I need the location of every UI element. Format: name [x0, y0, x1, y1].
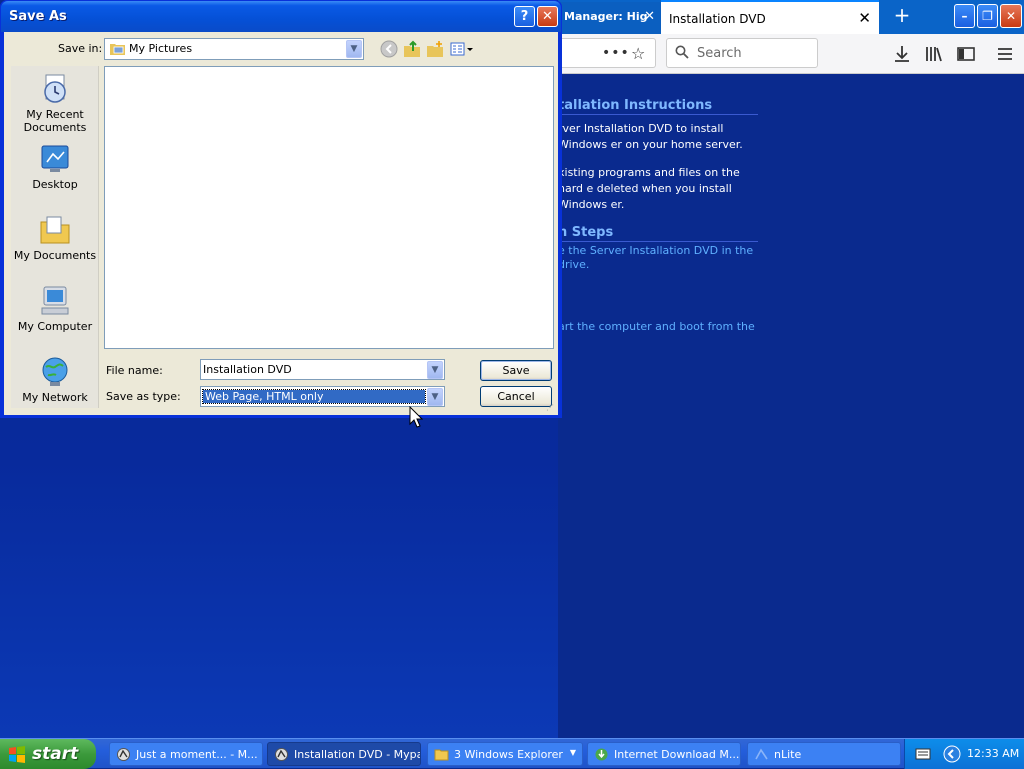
desktop-icon: [41, 145, 69, 172]
place-my-documents[interactable]: My Documents: [11, 213, 99, 262]
start-label: start: [32, 744, 79, 764]
close-window-button[interactable]: ✕: [1000, 4, 1022, 28]
step-link[interactable]: e the Server Installation DVD in the dri…: [558, 244, 758, 272]
taskbar-item-label: Internet Download M...: [614, 748, 740, 761]
search-icon: [675, 45, 689, 59]
place-label: My Recent Documents: [23, 108, 87, 134]
navigation-toolbar: ••• ☆ Search: [558, 34, 1024, 74]
internet-download-manager-icon: [595, 748, 608, 761]
taskbar-item-label: 3 Windows Explorer: [454, 748, 563, 761]
save-as-type-dropdown[interactable]: Web Page, HTML only ▼: [200, 386, 445, 407]
dialog-titlebar[interactable]: Save As ? ✕: [1, 1, 561, 32]
download-icon[interactable]: [892, 44, 912, 64]
paragraph: rver Installation DVD to install Windows…: [558, 122, 743, 151]
page-content: tallation Instructions rver Installation…: [558, 75, 1024, 740]
taskbar: start Just a moment... - M... Installati…: [0, 738, 1024, 769]
folder-icon: [434, 749, 449, 761]
my-documents-icon: [40, 216, 70, 244]
save-in-value: My Pictures: [129, 42, 193, 55]
place-label: Desktop: [32, 178, 78, 191]
place-my-computer[interactable]: My Computer: [11, 284, 99, 333]
views-menu-icon[interactable]: [450, 40, 474, 58]
step-link[interactable]: art the computer and boot from the .: [558, 320, 758, 348]
paragraph: xisting programs and files on the hard e…: [558, 166, 740, 211]
file-name-value: Installation DVD: [203, 363, 292, 376]
file-name-label: File name:: [106, 364, 163, 377]
sidebar-icon[interactable]: [956, 44, 976, 64]
help-button[interactable]: ?: [514, 6, 535, 27]
taskbar-item-nlite[interactable]: nLite: [747, 742, 901, 766]
search-placeholder: Search: [697, 46, 742, 61]
maximize-button[interactable]: ❐: [977, 4, 998, 28]
save-in-label: Save in:: [58, 42, 103, 55]
new-tab-button[interactable]: +: [890, 4, 914, 28]
page-actions-icon[interactable]: •••: [602, 45, 630, 61]
tab-label: Installation DVD: [669, 12, 766, 26]
bookmark-star-icon[interactable]: ☆: [631, 44, 645, 63]
mouse-cursor-icon: [409, 406, 423, 428]
nlite-icon: [755, 748, 768, 760]
my-network-icon: [42, 357, 68, 386]
up-folder-icon[interactable]: [403, 40, 421, 58]
taskbar-item-windows-explorer[interactable]: 3 Windows Explorer ▼: [427, 742, 583, 766]
minimize-button[interactable]: –: [954, 4, 975, 28]
tab-task-manager[interactable]: Manager: Hig ✕: [558, 2, 661, 34]
keyboard-icon[interactable]: [915, 747, 931, 761]
taskbar-item-label: Installation DVD - Mypal: [294, 748, 421, 761]
search-input[interactable]: Search: [666, 38, 818, 68]
windows-logo-icon: [9, 746, 25, 763]
recent-documents-icon: [44, 74, 66, 103]
mypal-browser-icon: [275, 748, 288, 761]
clock[interactable]: 12:33 AM: [967, 747, 1019, 760]
place-label: My Documents: [13, 249, 97, 262]
file-list[interactable]: [104, 66, 554, 349]
system-tray: 12:33 AM: [904, 739, 1024, 769]
taskbar-item-just-a-moment[interactable]: Just a moment... - M...: [109, 742, 263, 766]
place-my-recent-documents[interactable]: My Recent Documents: [11, 72, 99, 134]
heading-steps: n Steps: [558, 225, 758, 242]
heading-installation-instructions: tallation Instructions: [558, 98, 758, 115]
save-button[interactable]: Save: [480, 360, 552, 381]
taskbar-item-installation-dvd[interactable]: Installation DVD - Mypal: [267, 742, 421, 766]
save-as-type-value: Web Page, HTML only: [202, 389, 426, 404]
resize-grip-icon[interactable]: ⋰: [546, 403, 556, 413]
mypal-browser-icon: [117, 748, 130, 761]
chevron-down-icon: ▼: [569, 748, 576, 757]
close-tab-icon[interactable]: ✕: [644, 9, 655, 24]
save-as-dialog: Save As ? ✕ Save in: My Pictures ▼ My Re…: [0, 0, 562, 418]
dialog-title: Save As: [9, 9, 67, 24]
taskbar-item-label: Just a moment... - M...: [136, 748, 258, 761]
chevron-down-icon[interactable]: ▼: [427, 361, 443, 379]
taskbar-item-label: nLite: [774, 748, 802, 761]
file-name-combobox[interactable]: Installation DVD ▼: [200, 359, 445, 380]
tab-installation-dvd[interactable]: Installation DVD ✕: [661, 0, 879, 34]
close-dialog-button[interactable]: ✕: [537, 6, 558, 27]
tab-label: Manager: Hig: [564, 10, 648, 23]
new-folder-icon[interactable]: [426, 40, 444, 58]
show-hidden-icons-icon[interactable]: [943, 745, 961, 763]
place-label: My Computer: [17, 320, 93, 333]
place-desktop[interactable]: Desktop: [11, 142, 99, 191]
back-icon[interactable]: [380, 40, 398, 58]
taskbar-item-internet-download-manager[interactable]: Internet Download M...: [587, 742, 741, 766]
my-computer-icon: [41, 286, 69, 315]
menu-icon[interactable]: [995, 44, 1015, 64]
place-label: My Network: [22, 391, 88, 404]
cancel-button[interactable]: Cancel: [480, 386, 552, 407]
save-in-dropdown[interactable]: My Pictures ▼: [104, 38, 364, 60]
start-button[interactable]: start: [0, 739, 96, 769]
close-tab-icon[interactable]: ✕: [858, 9, 871, 27]
chevron-down-icon[interactable]: ▼: [427, 388, 443, 406]
url-bar[interactable]: ••• ☆: [558, 38, 656, 68]
browser-window: Manager: Hig ✕ Installation DVD ✕ + – ❐ …: [558, 0, 1024, 740]
places-bar: My Recent Documents Desktop My Documents…: [11, 66, 99, 408]
chevron-down-icon[interactable]: ▼: [346, 40, 362, 58]
save-as-type-label: Save as type:: [106, 390, 181, 403]
pictures-folder-icon: [110, 44, 125, 55]
dialog-body: Save in: My Pictures ▼ My Recent Documen…: [4, 32, 558, 415]
place-my-network[interactable]: My Network: [11, 355, 99, 404]
tab-bar: Manager: Hig ✕ Installation DVD ✕ + – ❐ …: [558, 0, 1024, 34]
library-icon[interactable]: [924, 44, 944, 64]
